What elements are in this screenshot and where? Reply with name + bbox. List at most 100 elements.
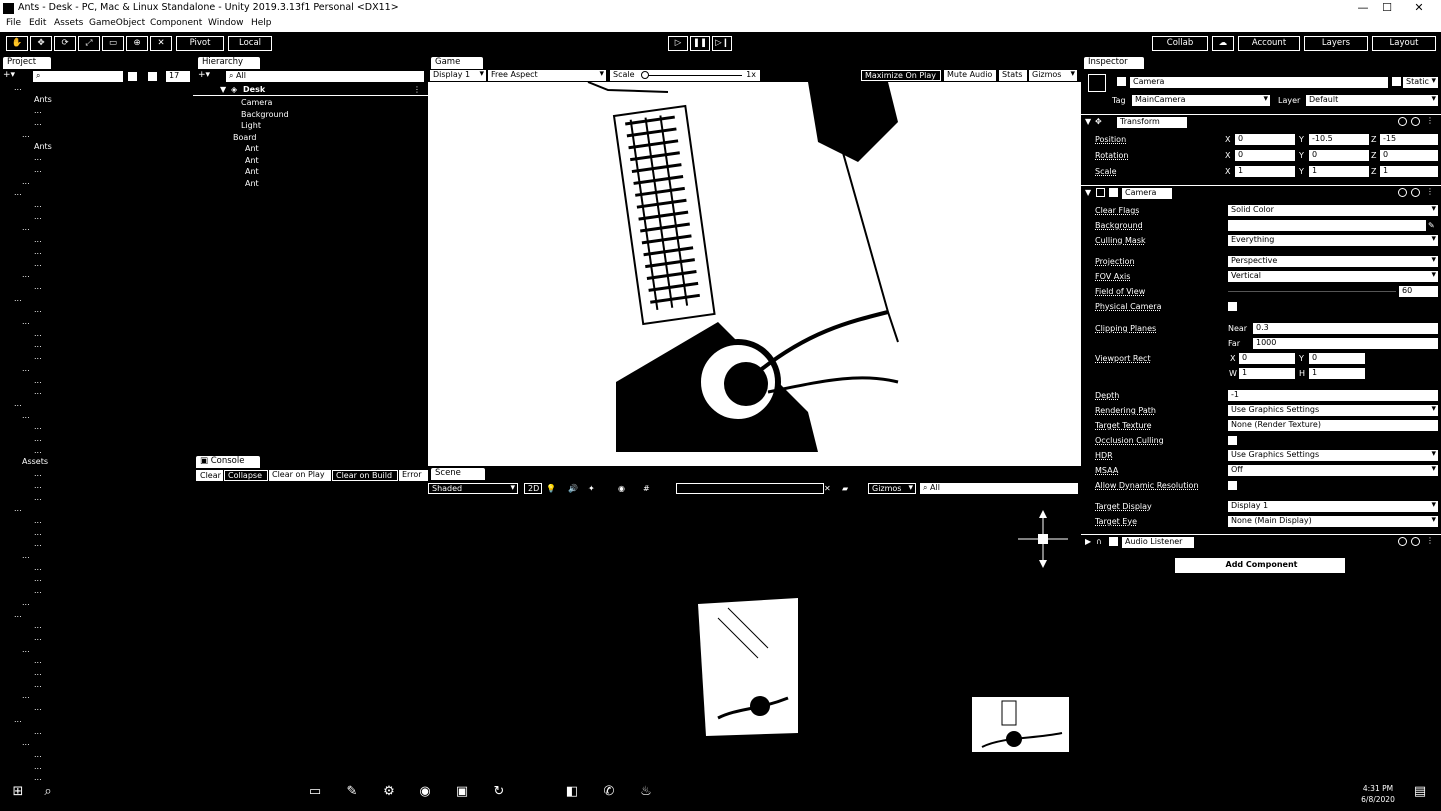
hierarchy-item[interactable]: Background (241, 109, 289, 120)
eyedropper-icon[interactable]: ✎ (1428, 220, 1435, 231)
move-tool-button[interactable]: ✥ (30, 36, 52, 51)
project-tree-item[interactable]: ... (34, 375, 42, 386)
hierarchy-item[interactable]: Light (241, 120, 261, 131)
viewport-y-input[interactable]: 0 (1309, 353, 1365, 364)
help-icon[interactable] (1398, 537, 1407, 546)
project-tree-item[interactable]: ... (22, 410, 30, 421)
chevron-down-icon[interactable]: ▼ (1085, 116, 1091, 127)
fov-slider-track[interactable] (1228, 291, 1396, 292)
rotation-z-input[interactable]: 0 (1380, 150, 1438, 161)
project-tree-item[interactable]: ... (34, 445, 42, 456)
project-tree-item[interactable]: ... (34, 117, 42, 128)
scale-x-input[interactable]: 1 (1235, 166, 1295, 177)
maximize-on-play-toggle[interactable]: Maximize On Play (861, 70, 941, 81)
dynamic-resolution-checkbox[interactable] (1228, 481, 1237, 490)
scale-tool-button[interactable]: ⤢ (78, 36, 100, 51)
notification-icon[interactable]: ▤ (1410, 784, 1430, 799)
project-tree-item[interactable]: ... (34, 199, 42, 210)
project-tree-item[interactable]: ... (34, 585, 42, 596)
project-tree-item[interactable]: ... (34, 105, 42, 116)
project-tree-item[interactable]: ... (34, 515, 42, 526)
stats-toggle[interactable]: Stats (999, 70, 1027, 81)
hdr-dropdown[interactable]: Use Graphics Settings (1228, 450, 1438, 461)
viewport-h-input[interactable]: 1 (1309, 368, 1365, 379)
camera-header[interactable]: Camera (1122, 188, 1172, 199)
mute-audio-toggle[interactable]: Mute Audio (944, 70, 996, 81)
collapse-button[interactable]: Collapse (224, 470, 268, 481)
clear-flags-dropdown[interactable]: Solid Color (1228, 205, 1438, 216)
menu-file[interactable]: File (6, 18, 21, 28)
menu-component[interactable]: Component (150, 18, 202, 28)
scene-menu-icon[interactable]: ⋮ (413, 84, 421, 95)
project-tree-item[interactable]: ... (22, 363, 30, 374)
camera-icon[interactable]: ▰ (842, 483, 848, 494)
project-tree-item[interactable]: ... (34, 527, 42, 538)
target-texture-field[interactable]: None (Render Texture) (1228, 420, 1438, 431)
layout-dropdown[interactable]: Layout (1372, 36, 1436, 51)
project-tree-item[interactable]: ... (22, 129, 30, 140)
display-dropdown[interactable]: Display 1 (430, 70, 486, 81)
position-y-input[interactable]: -10.5 (1309, 134, 1369, 145)
clock-time[interactable]: 4:31 PM (1358, 783, 1398, 794)
scene-row[interactable]: ▼ ◈ Desk ⋮ (193, 84, 428, 96)
depth-input[interactable]: -1 (1228, 390, 1438, 401)
unity-hub-icon[interactable]: ◧ (562, 784, 582, 799)
project-tree-item[interactable]: ... (34, 492, 42, 503)
clear-button[interactable]: Clear (196, 470, 223, 481)
layer-dropdown[interactable]: Default (1306, 95, 1438, 106)
preset-icon[interactable] (1411, 188, 1420, 197)
static-dropdown[interactable]: Static (1403, 77, 1438, 88)
create-plus-icon[interactable]: +▾ (3, 70, 23, 80)
object-name-input[interactable]: Camera (1130, 77, 1388, 88)
project-tree-item[interactable]: ... (34, 386, 42, 397)
viewport-w-input[interactable]: 1 (1239, 368, 1295, 379)
hierarchy-item[interactable]: Ant (245, 143, 259, 154)
fov-input[interactable]: 60 (1399, 286, 1438, 297)
add-component-button[interactable]: Add Component (1175, 558, 1345, 573)
hand-tool-button[interactable]: ✋ (6, 36, 28, 51)
preset-icon[interactable] (1411, 537, 1420, 546)
project-tree-item[interactable]: ... (22, 644, 30, 655)
shading-dropdown[interactable]: Shaded (428, 483, 518, 494)
project-tree-item[interactable]: ... (14, 187, 22, 198)
chevron-down-icon[interactable]: ▼ (1085, 187, 1091, 198)
project-tree-item[interactable]: ... (34, 679, 42, 690)
menu-help[interactable]: Help (251, 18, 272, 28)
project-tree-item[interactable]: ... (34, 726, 42, 737)
project-tree-item[interactable]: Assets (22, 456, 48, 467)
gizmos-dropdown[interactable]: Gizmos (1029, 70, 1077, 81)
project-tree-item[interactable]: ... (34, 749, 42, 760)
project-tree-item[interactable]: Ants (34, 94, 52, 105)
kebab-menu-icon[interactable]: ⋮ (1426, 535, 1434, 546)
project-tree-item[interactable]: ... (34, 304, 42, 315)
clear-on-play-button[interactable]: Clear on Play (269, 470, 331, 481)
kebab-menu-icon[interactable]: ⋮ (1426, 115, 1434, 126)
game-viewport[interactable] (428, 82, 1081, 466)
hidden-objects-icon[interactable]: ◉ (618, 483, 625, 494)
scene-search-input[interactable]: ⌕ All (920, 483, 1078, 494)
preset-icon[interactable] (1411, 117, 1420, 126)
create-plus-icon[interactable]: +▾ (198, 70, 210, 80)
menu-edit[interactable]: Edit (29, 18, 46, 28)
rendering-path-dropdown[interactable]: Use Graphics Settings (1228, 405, 1438, 416)
help-icon[interactable] (1398, 117, 1407, 126)
transform-tool-button[interactable]: ⊕ (126, 36, 148, 51)
target-eye-dropdown[interactable]: None (Main Display) (1228, 516, 1438, 527)
task-view-icon[interactable]: ▭ (305, 784, 325, 799)
project-tree-item[interactable]: ... (22, 269, 30, 280)
project-tree-item[interactable]: ... (14, 714, 22, 725)
project-tree-item[interactable]: ... (34, 152, 42, 163)
background-color-field[interactable] (1228, 220, 1426, 231)
project-tree-item[interactable]: ... (34, 234, 42, 245)
tab-game[interactable]: Game (431, 57, 483, 69)
hierarchy-item[interactable]: Board (233, 132, 257, 143)
project-tree-item[interactable]: ... (34, 351, 42, 362)
steam-icon[interactable]: ♨ (636, 784, 656, 799)
collab-button[interactable]: Collab (1152, 36, 1208, 51)
active-checkbox[interactable] (1117, 77, 1126, 86)
target-display-dropdown[interactable]: Display 1 (1228, 501, 1438, 512)
grid-icon[interactable]: # (643, 483, 650, 494)
tab-console[interactable]: ▣ Console (196, 456, 260, 468)
search-icon[interactable]: ⌕ (38, 784, 58, 799)
project-tree-item[interactable]: ... (34, 620, 42, 631)
